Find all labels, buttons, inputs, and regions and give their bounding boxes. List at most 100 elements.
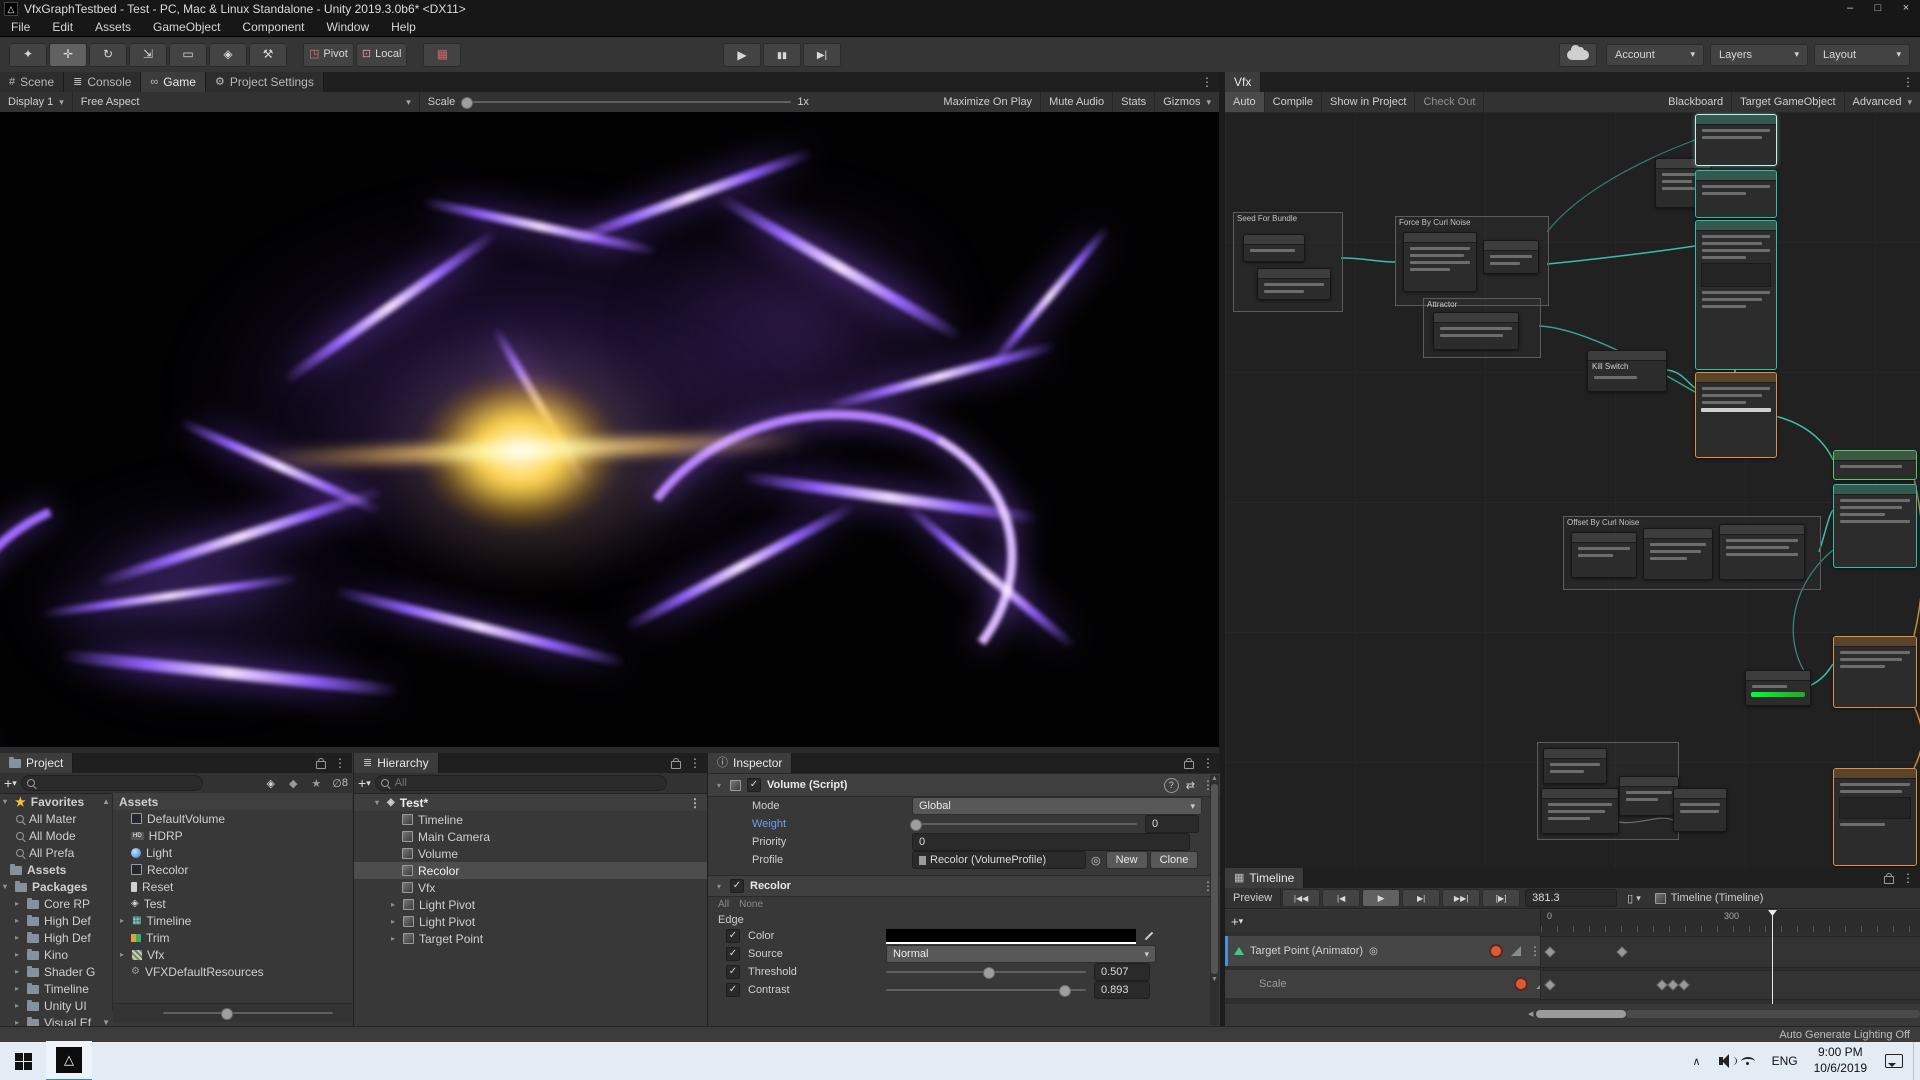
create-object-button[interactable]: +▾: [354, 775, 375, 791]
keyframe[interactable]: [1616, 946, 1627, 957]
vfx-context-node[interactable]: [1695, 114, 1777, 166]
scroll-left-icon[interactable]: ◀: [1525, 1010, 1536, 1018]
asset-item[interactable]: HDHDRP: [113, 827, 352, 844]
create-asset-button[interactable]: +▾: [0, 775, 21, 791]
tab-inspector[interactable]: ⓘInspector: [708, 753, 792, 773]
tab-hierarchy[interactable]: ≣Hierarchy: [354, 753, 439, 773]
rotate-tool-icon[interactable]: ↻: [89, 43, 127, 67]
hidden-count-toggle[interactable]: ∅8: [328, 777, 352, 790]
goto-start-button[interactable]: |◀◀: [1282, 889, 1320, 907]
asset-item[interactable]: DefaultVolume: [113, 810, 352, 827]
vfx-show-in-project-button[interactable]: Show in Project: [1322, 92, 1415, 112]
help-icon[interactable]: ?: [1164, 778, 1179, 793]
account-dropdown[interactable]: Account ▾: [1606, 44, 1704, 66]
contrast-override-checkbox[interactable]: ✓: [726, 983, 740, 997]
scroll-up-icon[interactable]: ▲: [102, 797, 112, 806]
rect-tool-icon[interactable]: ▭: [169, 43, 207, 67]
add-track-button[interactable]: +▾: [1225, 914, 1249, 929]
asset-zoom-slider[interactable]: [163, 1012, 333, 1014]
vfx-auto-toggle[interactable]: Auto: [1225, 92, 1265, 112]
tab-console[interactable]: ≣Console: [64, 72, 141, 92]
transform-tool-icon[interactable]: ◈: [209, 43, 247, 67]
hierarchy-item[interactable]: ▸Target Point: [354, 930, 707, 947]
vfx-node[interactable]: [1643, 528, 1713, 580]
keyframe[interactable]: [1667, 979, 1678, 990]
tree-folder[interactable]: ▸High Def: [0, 912, 112, 929]
asset-item[interactable]: ⚙VFXDefaultResources: [113, 963, 352, 980]
lock-icon[interactable]: [1884, 876, 1894, 884]
goto-end-button[interactable]: ▶▶|: [1442, 889, 1480, 907]
more-options-icon[interactable]: ⋮: [334, 756, 346, 770]
lock-icon[interactable]: [671, 761, 681, 769]
game-viewport[interactable]: [0, 112, 1219, 747]
display-dropdown[interactable]: Display 1▾: [0, 92, 73, 112]
component-enabled-checkbox[interactable]: ✓: [747, 778, 761, 792]
scrollbar-thumb[interactable]: [1536, 1010, 1626, 1018]
vfx-context-node[interactable]: [1833, 450, 1917, 480]
color-swatch[interactable]: [886, 928, 1136, 944]
hierarchy-item[interactable]: ▸Light Pivot: [354, 913, 707, 930]
step-button[interactable]: ▶|: [803, 43, 841, 67]
profile-new-button[interactable]: New: [1106, 851, 1148, 869]
expand-icon[interactable]: ▸: [388, 917, 398, 926]
recolor-enabled-checkbox[interactable]: ✓: [730, 879, 744, 893]
tree-folder[interactable]: ▸Kino: [0, 946, 112, 963]
pause-button[interactable]: ▮▮: [763, 43, 801, 67]
cloud-services-button[interactable]: [1559, 43, 1597, 67]
playhead[interactable]: [1772, 912, 1773, 1004]
start-button[interactable]: [0, 1042, 46, 1080]
vfx-node[interactable]: [1433, 312, 1519, 350]
vfx-node[interactable]: [1543, 748, 1607, 784]
tab-project-settings[interactable]: ⚙Project Settings: [206, 72, 324, 92]
asset-item[interactable]: Recolor: [113, 861, 352, 878]
maximize-on-play-toggle[interactable]: Maximize On Play: [935, 92, 1041, 112]
more-options-icon[interactable]: ⋮: [1201, 75, 1213, 89]
menu-edit[interactable]: Edit: [41, 18, 84, 36]
menu-component[interactable]: Component: [231, 18, 315, 36]
tree-folder-packages[interactable]: ▾Packages: [0, 878, 112, 895]
hierarchy-search[interactable]: [375, 775, 667, 791]
vfx-context-node[interactable]: [1833, 636, 1917, 708]
contrast-knob[interactable]: [1059, 985, 1071, 997]
vfx-graph-canvas[interactable]: Seed For Bundle Force By Curl Noise Attr…: [1225, 112, 1920, 868]
favorites-filter-icon[interactable]: ★: [304, 777, 328, 790]
more-options-icon[interactable]: ⋮: [1202, 756, 1214, 770]
scale-slider-track[interactable]: [461, 101, 791, 103]
scale-tool-icon[interactable]: ⇲: [129, 43, 167, 67]
tree-folder-assets[interactable]: Assets: [0, 861, 112, 878]
vfx-node[interactable]: [1541, 788, 1619, 834]
expand-icon[interactable]: ▸: [388, 934, 398, 943]
weight-field[interactable]: 0: [1145, 815, 1199, 833]
track-header-target-point[interactable]: Target Point (Animator) ◎ ⋮: [1225, 936, 1549, 966]
scroll-up-icon[interactable]: ▲: [1210, 775, 1219, 782]
stats-toggle[interactable]: Stats: [1113, 92, 1155, 112]
menu-window[interactable]: Window: [315, 18, 380, 36]
eyedropper-icon[interactable]: [1145, 932, 1153, 940]
scale-slider[interactable]: Scale 1x: [420, 92, 856, 112]
gizmos-dropdown[interactable]: Gizmos▾: [1155, 92, 1219, 112]
asset-item[interactable]: ◈Test: [113, 895, 352, 912]
profile-object-field[interactable]: Recolor (VolumeProfile): [912, 851, 1086, 869]
threshold-field[interactable]: 0.507: [1094, 963, 1150, 981]
asset-item[interactable]: Trim: [113, 929, 352, 946]
favorites-foldout[interactable]: ▾ ★ Favorites ▲: [0, 793, 112, 810]
hierarchy-item[interactable]: Timeline: [354, 811, 707, 828]
favorites-item[interactable]: All Mode: [0, 827, 112, 844]
keyframe[interactable]: [1544, 946, 1555, 957]
tree-folder[interactable]: ▸Unity UI: [0, 997, 112, 1014]
layout-dropdown[interactable]: Layout ▾: [1814, 44, 1910, 66]
tree-folder[interactable]: ▸Timeline: [0, 980, 112, 997]
expand-icon[interactable]: ▸: [388, 900, 398, 909]
vfx-advanced-dropdown[interactable]: Advanced▾: [1845, 92, 1920, 112]
taskbar-unity-app[interactable]: △: [46, 1041, 92, 1080]
vfx-context-node[interactable]: [1695, 372, 1777, 458]
vfx-context-node[interactable]: [1833, 484, 1917, 568]
scale-slider-knob[interactable]: [461, 97, 473, 109]
vfx-context-node[interactable]: [1833, 768, 1917, 866]
asset-zoom-knob[interactable]: [221, 1008, 233, 1020]
source-override-checkbox[interactable]: ✓: [726, 947, 740, 961]
presets-icon[interactable]: ⇄: [1179, 779, 1202, 792]
inspector-scrollbar[interactable]: ▲ ▼: [1210, 775, 1219, 1025]
vfx-node[interactable]: [1673, 788, 1727, 832]
keyframe[interactable]: [1678, 979, 1689, 990]
